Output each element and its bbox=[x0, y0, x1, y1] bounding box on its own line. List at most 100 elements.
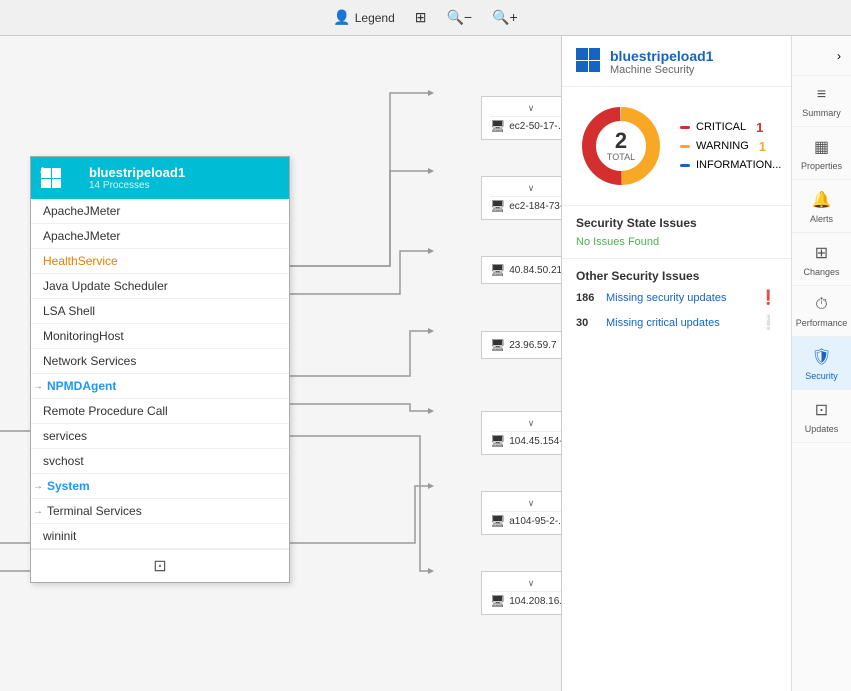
node-card-header: ∧ bluestripeload1 14 Processes bbox=[31, 157, 289, 199]
sidebar-item-properties[interactable]: ▦ Properties bbox=[792, 127, 851, 180]
performance-icon: ⏱ bbox=[815, 296, 827, 314]
sidebar-item-security[interactable]: 🛡 Security bbox=[792, 337, 851, 390]
machine-id: ec2-50-17-19... bbox=[509, 121, 561, 132]
alerts-label: Alerts bbox=[810, 214, 833, 224]
donut-label: TOTAL bbox=[607, 152, 635, 162]
sidebar-items: ≡ Summary ▦ Properties 🔔 Alerts ⊞ Change… bbox=[792, 76, 851, 443]
info-dot bbox=[680, 164, 690, 167]
security-label: Security bbox=[805, 371, 838, 381]
process-name: Java Update Scheduler bbox=[43, 279, 168, 293]
collapse-button[interactable]: ∧ bbox=[39, 165, 46, 176]
warning-count: 1 bbox=[759, 139, 766, 154]
zoom-out-button[interactable]: 🔍− bbox=[447, 9, 473, 26]
sidebar-toggle[interactable]: › bbox=[792, 36, 851, 76]
process-name: System bbox=[47, 479, 90, 493]
donut-section: 2 TOTAL CRITICAL 1 WARNING 1 INFORMATIO bbox=[562, 87, 791, 206]
zoom-out-icon: 🔍− bbox=[447, 9, 473, 26]
performance-label: Performance bbox=[796, 318, 848, 328]
process-item[interactable]: Network Services bbox=[31, 349, 289, 374]
zoom-in-button[interactable]: 🔍+ bbox=[492, 9, 518, 26]
machine-node[interactable]: 🖥 23.96.59.7 bbox=[481, 331, 561, 359]
donut-total: 2 bbox=[607, 130, 635, 152]
sidebar-item-changes[interactable]: ⊞ Changes bbox=[792, 233, 851, 286]
issue-row[interactable]: 186 Missing security updates ❗ bbox=[576, 289, 777, 306]
other-issues-section: Other Security Issues 186 Missing securi… bbox=[562, 259, 791, 691]
critical-dot bbox=[680, 126, 690, 129]
process-item[interactable]: → NPMDAgent bbox=[31, 374, 289, 399]
toggle-icon: › bbox=[837, 49, 841, 63]
process-item[interactable]: HealthService bbox=[31, 249, 289, 274]
donut-chart: 2 TOTAL bbox=[576, 101, 666, 191]
properties-icon: ▦ bbox=[814, 137, 829, 157]
process-name: wininit bbox=[43, 529, 76, 543]
node-footer-icon[interactable]: ⊡ bbox=[153, 556, 166, 576]
process-item[interactable]: Remote Procedure Call bbox=[31, 399, 289, 424]
legend-critical: CRITICAL 1 bbox=[680, 120, 791, 135]
top-toolbar: 👤 Legend ⊞ 🔍− 🔍+ bbox=[0, 0, 851, 36]
detail-windows-logo bbox=[576, 48, 600, 72]
process-name: Remote Procedure Call bbox=[43, 404, 168, 418]
warning-icon: ❕ bbox=[760, 314, 777, 331]
machine-id: ec2-184-73-... bbox=[509, 201, 561, 212]
process-name: Network Services bbox=[43, 354, 136, 368]
process-item[interactable]: ApacheJMeter bbox=[31, 199, 289, 224]
process-name: ApacheJMeter bbox=[43, 204, 120, 218]
summary-icon: ≡ bbox=[817, 86, 826, 104]
summary-label: Summary bbox=[802, 108, 841, 118]
detail-panel: bluestripeload1 Machine Security 2 TOTAL bbox=[561, 36, 791, 691]
machine-id: 40.84.50.212 bbox=[509, 265, 561, 276]
warning-label: WARNING bbox=[696, 140, 749, 152]
process-item[interactable]: MonitoringHost bbox=[31, 324, 289, 349]
machine-id: 104.45.154-... bbox=[509, 436, 561, 447]
machine-id: a104-95-2-... bbox=[509, 516, 561, 527]
process-item[interactable]: ApacheJMeter bbox=[31, 224, 289, 249]
legend-label: Legend bbox=[355, 11, 395, 25]
fit-button[interactable]: ⊞ bbox=[415, 9, 427, 26]
detail-title: bluestripeload1 bbox=[610, 48, 713, 64]
warning-dot bbox=[680, 145, 690, 148]
process-item[interactable]: LSA Shell bbox=[31, 299, 289, 324]
machine-id: 104.208.16... bbox=[509, 596, 561, 607]
updates-icon: ⊡ bbox=[815, 400, 828, 420]
sidebar-item-updates[interactable]: ⊡ Updates bbox=[792, 390, 851, 443]
process-name: svchost bbox=[43, 454, 84, 468]
legend-button[interactable]: 👤 Legend bbox=[333, 9, 394, 26]
other-issues-title: Other Security Issues bbox=[576, 269, 777, 283]
process-item[interactable]: services bbox=[31, 424, 289, 449]
properties-label: Properties bbox=[801, 161, 842, 171]
node-footer: ⊡ bbox=[31, 549, 289, 582]
security-state-title: Security State Issues bbox=[576, 216, 777, 230]
sidebar-item-summary[interactable]: ≡ Summary bbox=[792, 76, 851, 127]
machine-node[interactable]: ∨ 🖥 a104-95-2-... bbox=[481, 491, 561, 535]
alerts-icon: 🔔 bbox=[812, 190, 832, 210]
changes-label: Changes bbox=[803, 267, 839, 277]
process-item[interactable]: → System bbox=[31, 474, 289, 499]
detail-header: bluestripeload1 Machine Security bbox=[562, 36, 791, 87]
issue-text: Missing security updates bbox=[606, 292, 752, 304]
process-item[interactable]: wininit bbox=[31, 524, 289, 549]
info-label: INFORMATION... bbox=[696, 159, 781, 171]
zoom-in-icon: 🔍+ bbox=[492, 9, 518, 26]
machine-node[interactable]: 🖥 40.84.50.212 bbox=[481, 256, 561, 284]
sidebar-item-alerts[interactable]: 🔔 Alerts bbox=[792, 180, 851, 233]
process-item[interactable]: Java Update Scheduler bbox=[31, 274, 289, 299]
machine-node[interactable]: ∨ 🖥 104.45.154-... bbox=[481, 411, 561, 455]
process-item[interactable]: svchost bbox=[31, 449, 289, 474]
process-name: Terminal Services bbox=[47, 504, 142, 518]
process-item[interactable]: → Terminal Services bbox=[31, 499, 289, 524]
canvas-area: ∧ bluestripeload1 14 Processes ApacheJMe… bbox=[0, 36, 561, 691]
process-name: HealthService bbox=[43, 254, 118, 268]
fit-icon: ⊞ bbox=[415, 9, 427, 26]
updates-label: Updates bbox=[805, 424, 839, 434]
legend-info: INFORMATION... 0 bbox=[680, 158, 791, 173]
machine-node[interactable]: ∨ 🖥 ec2-184-73-... bbox=[481, 176, 561, 220]
legend-warning: WARNING 1 bbox=[680, 139, 791, 154]
sidebar-item-performance[interactable]: ⏱ Performance bbox=[792, 286, 851, 337]
issue-row[interactable]: 30 Missing critical updates ❕ bbox=[576, 314, 777, 331]
issue-count: 186 bbox=[576, 292, 598, 304]
machine-node[interactable]: ∨ 🖥 104.208.16... bbox=[481, 571, 561, 615]
machine-node[interactable]: ∨ 🖥 ec2-50-17-19... bbox=[481, 96, 561, 140]
no-issues-text: No Issues Found bbox=[576, 236, 777, 248]
legend-items: CRITICAL 1 WARNING 1 INFORMATION... 0 bbox=[680, 120, 791, 173]
critical-count: 1 bbox=[756, 120, 763, 135]
